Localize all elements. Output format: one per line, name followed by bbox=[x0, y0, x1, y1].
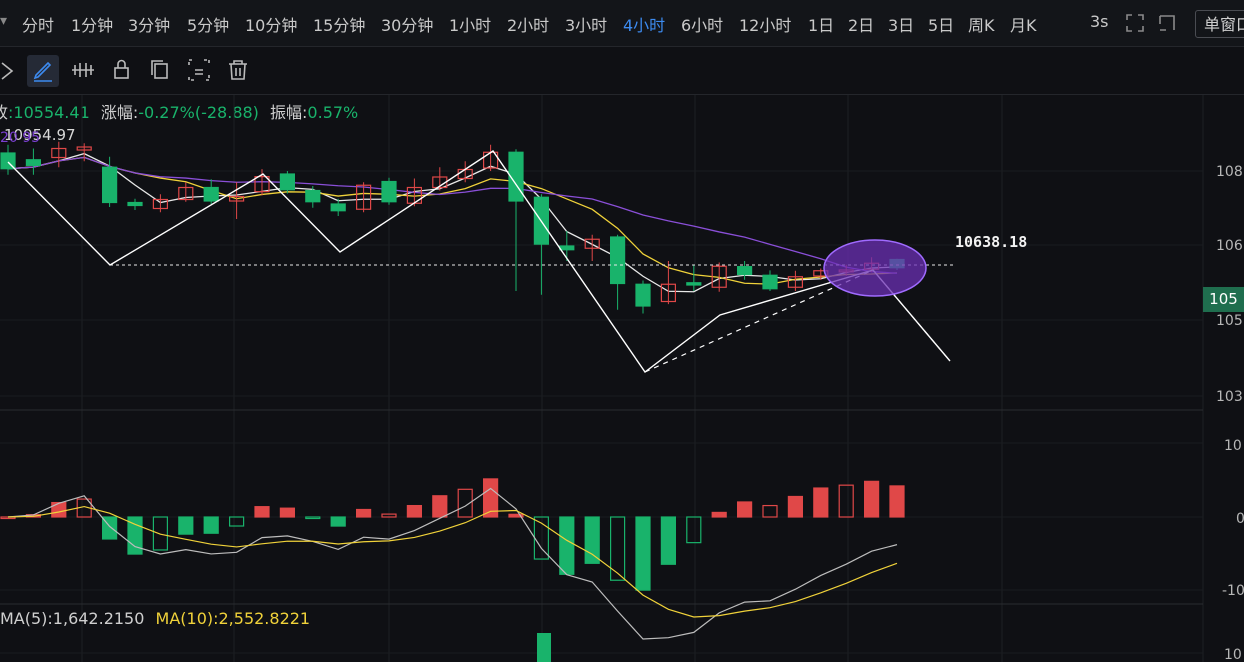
period-tab-3h[interactable]: 3小时 bbox=[565, 12, 607, 36]
period-tab-6h[interactable]: 6小时 bbox=[681, 12, 723, 36]
drawing-toolbar bbox=[0, 47, 1244, 95]
period-tab-week[interactable]: 周K bbox=[968, 12, 995, 36]
period-tab-timeshare[interactable]: 分时 bbox=[22, 12, 54, 36]
macd-bar bbox=[51, 501, 67, 518]
volume-tick: 10 bbox=[1224, 647, 1242, 662]
period-tab-1m[interactable]: 1分钟 bbox=[71, 12, 113, 36]
period-tab-4h[interactable]: 4小时 bbox=[623, 12, 665, 36]
price-tick: 106 bbox=[1216, 238, 1243, 254]
candle-body bbox=[330, 203, 346, 212]
candle-body bbox=[381, 180, 397, 203]
copy-icon[interactable] bbox=[147, 57, 173, 83]
level-price-label: 10638.18 bbox=[955, 233, 1027, 251]
macd-bar bbox=[356, 508, 372, 518]
price-tick: 105 bbox=[1216, 313, 1243, 329]
overlay-text: 20 95 bbox=[0, 130, 40, 146]
price-tick: 108 bbox=[1216, 164, 1243, 180]
volume-ma10: MA(10):2,552.8221 bbox=[155, 609, 311, 628]
candle-body bbox=[101, 166, 118, 204]
screenshot-icon[interactable] bbox=[186, 57, 212, 83]
macd-bar bbox=[178, 516, 194, 535]
volume-ma5: MA(5):1,642.2150 bbox=[0, 609, 145, 628]
macd-bar bbox=[152, 516, 168, 551]
candle-body bbox=[127, 201, 143, 207]
popout-icon[interactable] bbox=[1157, 13, 1177, 33]
macd-bar bbox=[330, 516, 346, 527]
period-tab-12h[interactable]: 12小时 bbox=[739, 12, 791, 36]
refresh-interval[interactable]: 3s bbox=[1090, 12, 1109, 31]
period-tab-2d[interactable]: 2日 bbox=[848, 12, 874, 36]
measure-icon[interactable] bbox=[70, 57, 96, 83]
macd-bar bbox=[787, 495, 804, 518]
trash-icon[interactable] bbox=[225, 57, 251, 83]
candle-body bbox=[203, 186, 219, 202]
candle-body bbox=[762, 274, 778, 290]
period-tab-5d[interactable]: 5日 bbox=[928, 12, 954, 36]
macd-bar bbox=[863, 480, 880, 518]
highlight-ellipse[interactable] bbox=[823, 239, 927, 297]
macd-bar bbox=[432, 495, 448, 518]
period-toolbar: ▾ 分时 1分钟 3分钟 5分钟 10分钟 15分钟 30分钟 1小时 2小时 … bbox=[0, 0, 1244, 47]
period-tab-3d[interactable]: 3日 bbox=[888, 12, 914, 36]
period-tab-month[interactable]: 月K bbox=[1010, 12, 1037, 36]
macd-bar bbox=[711, 511, 727, 518]
layout-button[interactable]: 单窗口 bbox=[1195, 10, 1244, 38]
current-price-badge: 105 bbox=[1203, 287, 1244, 312]
macd-bar bbox=[305, 516, 321, 520]
candle-body bbox=[279, 173, 295, 191]
zigzag-trendline[interactable] bbox=[7, 150, 951, 374]
macd-histogram bbox=[0, 478, 905, 662]
chart-grid bbox=[0, 95, 1204, 662]
period-tab-5m[interactable]: 5分钟 bbox=[187, 12, 229, 36]
macd-bar bbox=[279, 507, 295, 518]
price-tick: 103 bbox=[1216, 389, 1243, 405]
macd-bar bbox=[203, 516, 219, 534]
candle-body bbox=[609, 236, 626, 285]
macd-bar bbox=[660, 516, 677, 565]
macd-bar bbox=[584, 516, 600, 564]
candle-body bbox=[25, 159, 41, 166]
price-axis: 108 106 105 103 bbox=[1216, 164, 1243, 405]
period-tab-1d[interactable]: 1日 bbox=[808, 12, 834, 36]
kline-chart[interactable]: 10638.18 10954.97 20 95 108 106 105 103 … bbox=[0, 95, 1244, 662]
macd-bar bbox=[736, 501, 753, 518]
macd-bar bbox=[762, 504, 778, 518]
volume-bar bbox=[537, 633, 551, 662]
macd-bar bbox=[686, 516, 702, 544]
period-tab-3m[interactable]: 3分钟 bbox=[128, 12, 170, 36]
macd-bar bbox=[813, 487, 829, 518]
candle-body bbox=[305, 189, 321, 203]
volume-ma-info: MA(5):1,642.2150 MA(10):2,552.8221 bbox=[0, 609, 310, 628]
candle-body bbox=[635, 283, 651, 307]
lock-icon[interactable] bbox=[109, 57, 135, 83]
period-tab-10m[interactable]: 10分钟 bbox=[245, 12, 297, 36]
macd-bar bbox=[559, 516, 575, 575]
macd-bar bbox=[635, 516, 651, 591]
pen-icon[interactable] bbox=[30, 58, 56, 84]
macd-bar bbox=[229, 516, 245, 527]
macd-bar bbox=[609, 516, 626, 581]
period-tab-2h[interactable]: 2小时 bbox=[507, 12, 549, 36]
candle-body bbox=[736, 266, 753, 276]
macd-bar bbox=[254, 506, 270, 518]
candle-body bbox=[559, 245, 575, 251]
macd-bar bbox=[838, 484, 854, 518]
period-tab-30m[interactable]: 30分钟 bbox=[381, 12, 433, 36]
macd-tick: 10 bbox=[1224, 438, 1242, 454]
volume-axis: 10 bbox=[1224, 647, 1242, 662]
macd-bar bbox=[889, 485, 905, 518]
moving-average-lines bbox=[7, 152, 898, 293]
macd-bar bbox=[406, 504, 422, 518]
candle-body bbox=[686, 282, 702, 286]
period-tab-15m[interactable]: 15分钟 bbox=[313, 12, 365, 36]
period-tab-1h[interactable]: 1小时 bbox=[449, 12, 491, 36]
pointer-icon[interactable] bbox=[0, 57, 20, 83]
macd-tick: -10 bbox=[1222, 583, 1244, 599]
fullscreen-icon[interactable] bbox=[1125, 13, 1145, 33]
macd-axis: 10 0 -10 bbox=[1222, 438, 1244, 599]
candlestick-series bbox=[0, 141, 905, 314]
collapse-arrow-icon[interactable]: ▾ bbox=[0, 13, 7, 29]
macd-tick: 0 bbox=[1236, 511, 1244, 527]
